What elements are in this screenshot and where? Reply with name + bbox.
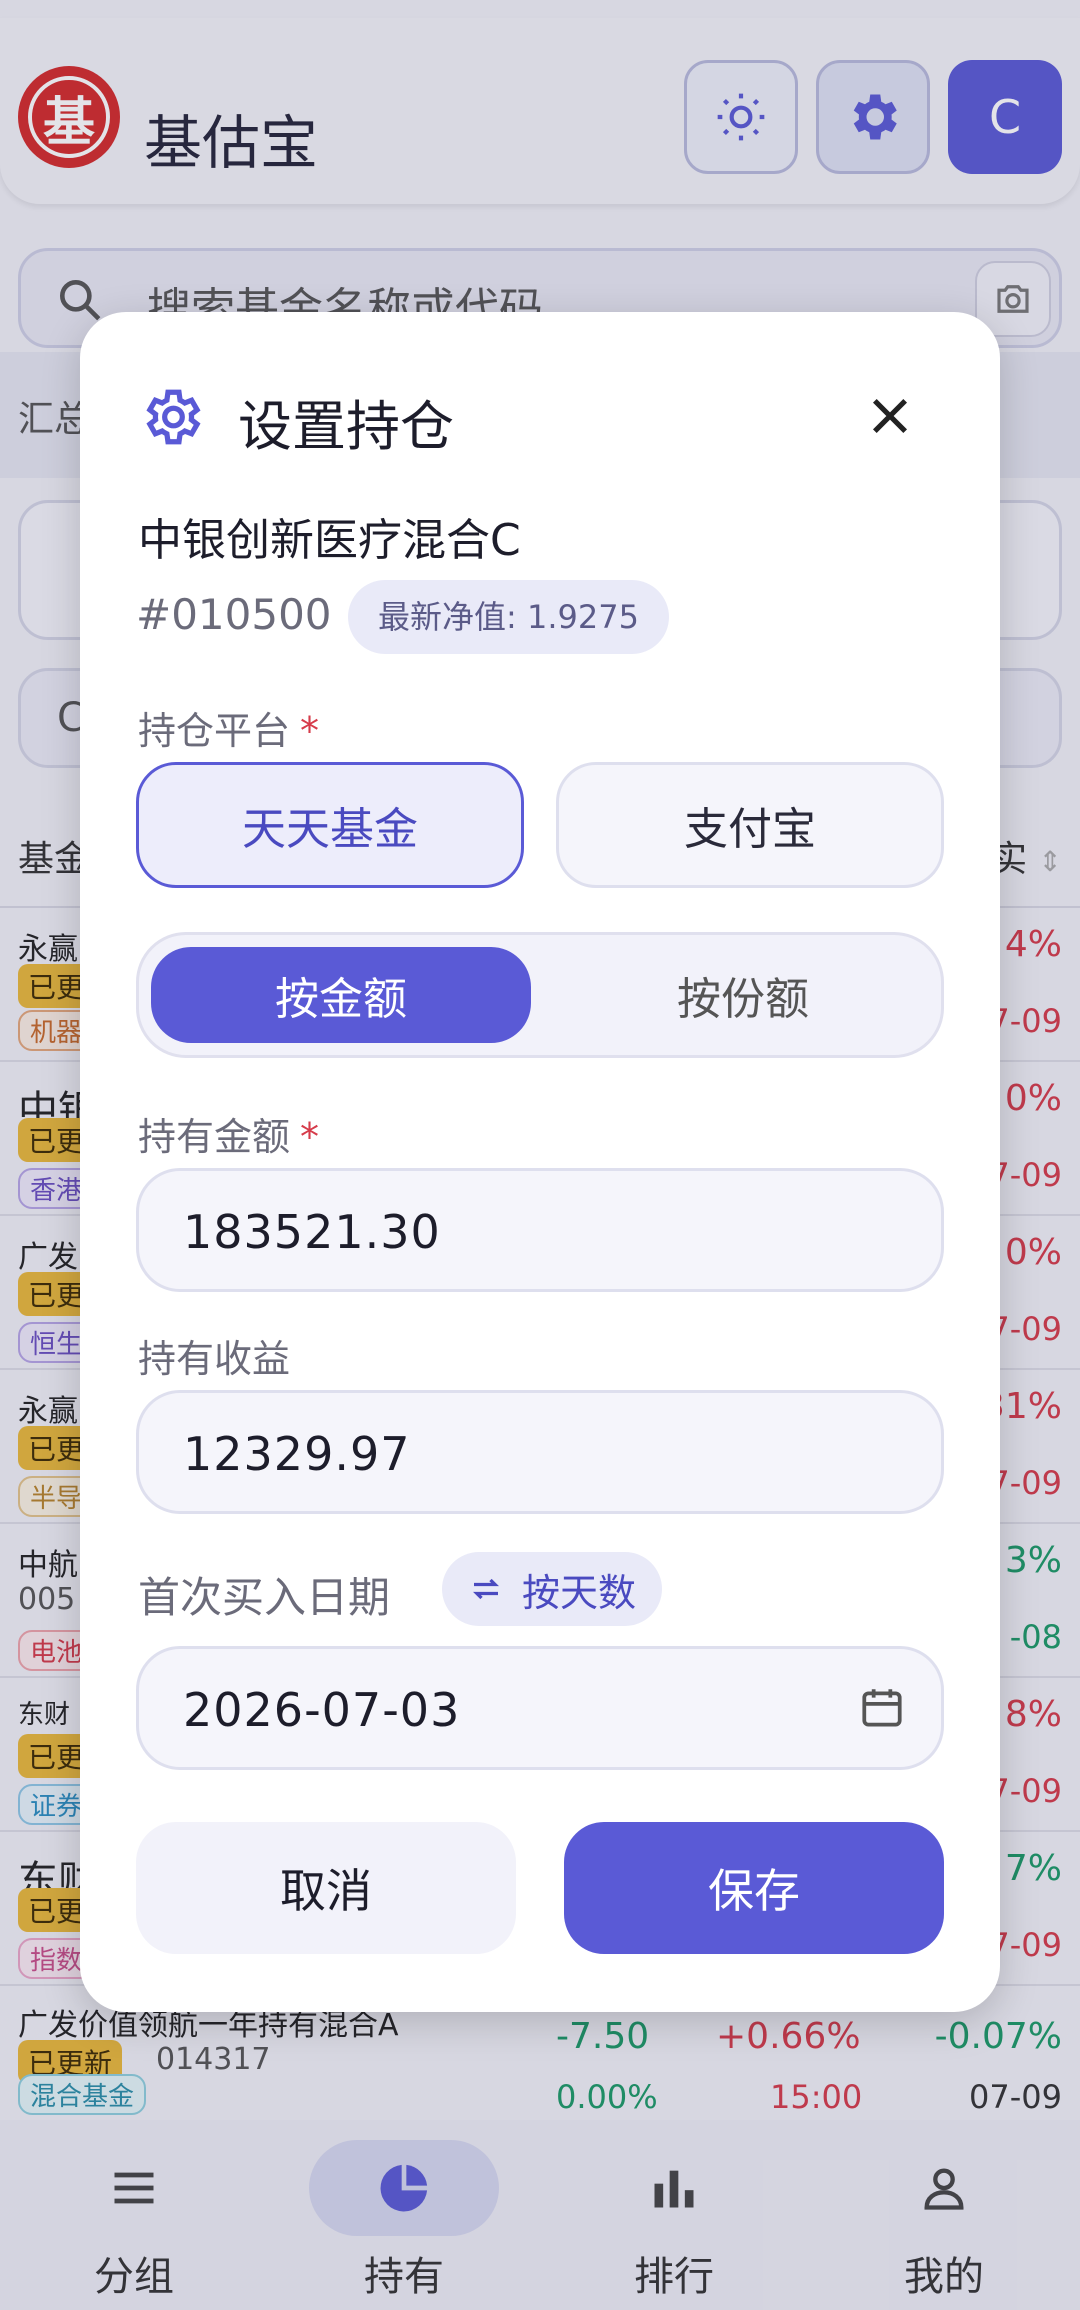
mode-segmented-control: 按金额 按份额 — [136, 932, 944, 1058]
date-field[interactable]: 2026-07-03 — [136, 1646, 944, 1770]
amount-value: 183521.30 — [183, 1205, 441, 1259]
close-icon — [872, 398, 908, 434]
by-days-toggle[interactable]: 按天数 — [442, 1552, 663, 1626]
date-label: 首次买入日期 — [138, 1573, 391, 1622]
mode-by-shares[interactable]: 按份额 — [553, 947, 933, 1043]
profit-field[interactable]: 12329.97 — [136, 1390, 944, 1514]
cancel-button[interactable]: 取消 — [136, 1822, 516, 1954]
calendar-icon[interactable] — [857, 1683, 907, 1733]
date-value: 2026-07-03 — [183, 1683, 461, 1737]
by-days-label: 按天数 — [522, 1570, 637, 1615]
profit-label: 持有收益 — [138, 1337, 291, 1381]
save-button[interactable]: 保存 — [564, 1822, 944, 1954]
fund-name: 中银创新医疗混合C — [138, 515, 521, 566]
amount-label: 持有金额 * — [138, 1115, 320, 1159]
amount-field[interactable]: 183521.30 — [136, 1168, 944, 1292]
platform-label: 持仓平台 * — [138, 709, 320, 753]
swap-icon — [473, 1578, 499, 1600]
platform-option-tiantian[interactable]: 天天基金 — [136, 762, 524, 888]
fund-code: #010500 — [136, 590, 332, 639]
profit-value: 12329.97 — [183, 1427, 411, 1481]
close-button[interactable] — [852, 378, 928, 454]
dialog-title: 设置持仓 — [238, 395, 454, 458]
platform-option-alipay[interactable]: 支付宝 — [556, 762, 944, 888]
latest-nav-badge: 最新净值: 1.9275 — [348, 580, 669, 654]
holding-settings-dialog: 设置持仓 中银创新医疗混合C #010500 最新净值: 1.9275 持仓平台… — [80, 312, 1000, 2012]
gear-icon — [146, 389, 201, 445]
mode-by-amount[interactable]: 按金额 — [151, 947, 531, 1043]
